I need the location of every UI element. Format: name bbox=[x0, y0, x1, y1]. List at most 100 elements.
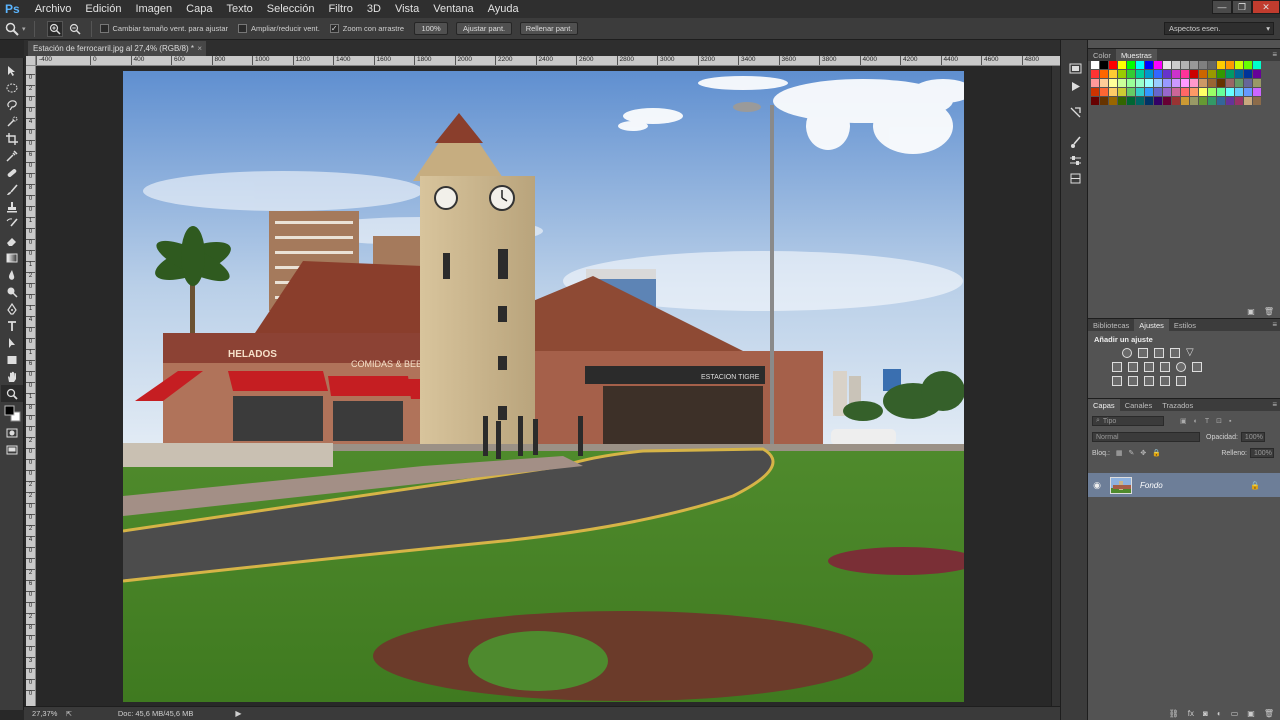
menu-archivo[interactable]: Archivo bbox=[28, 3, 79, 15]
brush-presets-panel-icon[interactable] bbox=[1064, 134, 1086, 150]
properties-panel-icon[interactable] bbox=[1064, 104, 1086, 120]
color-swatch[interactable] bbox=[1100, 88, 1108, 96]
color-swatch[interactable] bbox=[1181, 97, 1189, 105]
brush-tool-icon[interactable] bbox=[1, 181, 23, 198]
color-swatch[interactable] bbox=[1244, 61, 1252, 69]
color-swatch[interactable] bbox=[1253, 79, 1261, 87]
lasso-tool-icon[interactable] bbox=[1, 96, 23, 113]
tab-swatches[interactable]: Muestras bbox=[1115, 49, 1157, 61]
hand-tool-icon[interactable] bbox=[1, 368, 23, 385]
color-swatch[interactable] bbox=[1154, 79, 1162, 87]
color-swatch[interactable] bbox=[1217, 79, 1225, 87]
path-selection-tool-icon[interactable] bbox=[1, 334, 23, 351]
add-mask-icon[interactable]: ◙ bbox=[1203, 709, 1208, 718]
color-swatch[interactable] bbox=[1118, 88, 1126, 96]
threshold-icon[interactable] bbox=[1144, 376, 1154, 386]
preset-dropdown-arrow-icon[interactable]: ▾ bbox=[22, 25, 26, 33]
panel-menu-icon[interactable]: ≡ bbox=[1272, 50, 1277, 59]
color-swatch[interactable] bbox=[1127, 88, 1135, 96]
layer-name[interactable]: Fondo bbox=[1140, 481, 1163, 490]
color-swatch[interactable] bbox=[1118, 97, 1126, 105]
color-swatch[interactable] bbox=[1145, 70, 1153, 78]
color-swatch[interactable] bbox=[1091, 61, 1099, 69]
color-swatch[interactable] bbox=[1244, 79, 1252, 87]
color-swatch[interactable] bbox=[1163, 70, 1171, 78]
color-swatch[interactable] bbox=[1136, 61, 1144, 69]
color-swatch[interactable] bbox=[1244, 97, 1252, 105]
layer-row-background[interactable]: ◉ Fondo 🔒 bbox=[1088, 473, 1280, 497]
color-swatch[interactable] bbox=[1136, 97, 1144, 105]
new-group-icon[interactable]: ▭ bbox=[1231, 709, 1239, 718]
status-menu-arrow-icon[interactable]: ▶ bbox=[235, 709, 241, 718]
checkbox-box-checked[interactable]: ✓ bbox=[329, 24, 339, 33]
checkbox-box[interactable] bbox=[238, 24, 247, 33]
color-swatch[interactable] bbox=[1226, 79, 1234, 87]
dodge-tool-icon[interactable] bbox=[1, 283, 23, 300]
brightness-contrast-icon[interactable] bbox=[1122, 348, 1132, 358]
type-tool-icon[interactable] bbox=[1, 317, 23, 334]
menu-capa[interactable]: Capa bbox=[179, 3, 219, 15]
black-white-icon[interactable] bbox=[1144, 362, 1154, 372]
tab-color[interactable]: Color bbox=[1088, 49, 1116, 61]
share-icon[interactable]: ⇱ bbox=[66, 710, 72, 718]
shape-tool-icon[interactable] bbox=[1, 351, 23, 368]
color-swatch[interactable] bbox=[1235, 88, 1243, 96]
fill-screen-button[interactable]: Rellenar pant. bbox=[520, 22, 579, 35]
color-swatch[interactable] bbox=[1127, 70, 1135, 78]
close-tab-icon[interactable]: × bbox=[197, 44, 202, 53]
color-swatch[interactable] bbox=[1163, 79, 1171, 87]
zoom-all-windows-checkbox[interactable]: Ampliar/reducir vent. bbox=[238, 24, 320, 33]
color-swatch[interactable] bbox=[1181, 70, 1189, 78]
opacity-input[interactable]: 100% bbox=[1240, 432, 1265, 442]
color-swatch[interactable] bbox=[1163, 88, 1171, 96]
color-swatch[interactable] bbox=[1217, 61, 1225, 69]
color-swatch[interactable] bbox=[1190, 97, 1198, 105]
menu-ayuda[interactable]: Ayuda bbox=[481, 3, 526, 15]
vertical-ruler[interactable]: 0 2 0 0 4 0 0 6 0 0 8 0 0 1 0 0 0 1 2 0 0 1 4 0 0 1 6 0 0 1 8 0 0 2 0 0 0 2 2 0… bbox=[26, 66, 36, 706]
color-swatch[interactable] bbox=[1172, 79, 1180, 87]
color-swatch[interactable] bbox=[1199, 61, 1207, 69]
color-swatch[interactable] bbox=[1244, 70, 1252, 78]
marquee-tool-icon[interactable] bbox=[1, 79, 23, 96]
color-swatch[interactable] bbox=[1253, 70, 1261, 78]
lock-icons[interactable]: ▦✎✥🔒 bbox=[1116, 449, 1167, 457]
color-swatch[interactable] bbox=[1235, 61, 1243, 69]
color-swatch[interactable] bbox=[1226, 88, 1234, 96]
horizontal-ruler[interactable]: -400 0 400 600 800 1000 1200 1400 1600 1800 2000 22… bbox=[36, 56, 1060, 66]
zoom-in-icon[interactable] bbox=[46, 20, 63, 37]
fit-screen-button[interactable]: Ajustar pant. bbox=[456, 22, 513, 35]
color-swatch[interactable] bbox=[1127, 61, 1135, 69]
color-swatch[interactable] bbox=[1181, 88, 1189, 96]
visibility-eye-icon[interactable]: ◉ bbox=[1088, 480, 1106, 491]
menu-texto[interactable]: Texto bbox=[219, 3, 259, 15]
menu-vista[interactable]: Vista bbox=[388, 3, 426, 15]
color-swatch[interactable] bbox=[1136, 70, 1144, 78]
photo-filter-icon[interactable] bbox=[1160, 362, 1170, 372]
color-swatch[interactable] bbox=[1136, 88, 1144, 96]
pen-tool-icon[interactable] bbox=[1, 300, 23, 317]
color-swatch[interactable] bbox=[1235, 79, 1243, 87]
layer-style-icon[interactable]: fx bbox=[1188, 709, 1194, 718]
color-swatch[interactable] bbox=[1109, 70, 1117, 78]
color-swatch[interactable] bbox=[1091, 79, 1099, 87]
color-swatch[interactable] bbox=[1091, 97, 1099, 105]
color-swatch[interactable] bbox=[1235, 97, 1243, 105]
color-swatch[interactable] bbox=[1172, 97, 1180, 105]
vertical-scrollbar[interactable] bbox=[1051, 66, 1060, 706]
document-image[interactable]: ESTACION TIGRE HELADOS COMIDAS & BEBIDAS bbox=[123, 71, 964, 702]
history-panel-icon[interactable] bbox=[1064, 60, 1086, 76]
color-swatch[interactable] bbox=[1172, 88, 1180, 96]
menu-3d[interactable]: 3D bbox=[360, 3, 388, 15]
delete-layer-icon[interactable]: 🗑 bbox=[1264, 709, 1274, 718]
color-swatch[interactable] bbox=[1190, 79, 1198, 87]
color-swatch[interactable] bbox=[1154, 61, 1162, 69]
color-swatch[interactable] bbox=[1190, 88, 1198, 96]
filter-kind-dropdown[interactable]: ⌕ Tipo bbox=[1092, 416, 1164, 426]
color-swatch[interactable] bbox=[1154, 70, 1162, 78]
posterize-icon[interactable] bbox=[1128, 376, 1138, 386]
color-swatch[interactable] bbox=[1190, 61, 1198, 69]
zoom-level[interactable]: 27,37% bbox=[32, 709, 62, 718]
link-layers-icon[interactable]: ⛓ bbox=[1169, 709, 1179, 718]
vibrance-icon[interactable]: ▽ bbox=[1186, 348, 1196, 358]
selective-color-icon[interactable] bbox=[1176, 376, 1186, 386]
